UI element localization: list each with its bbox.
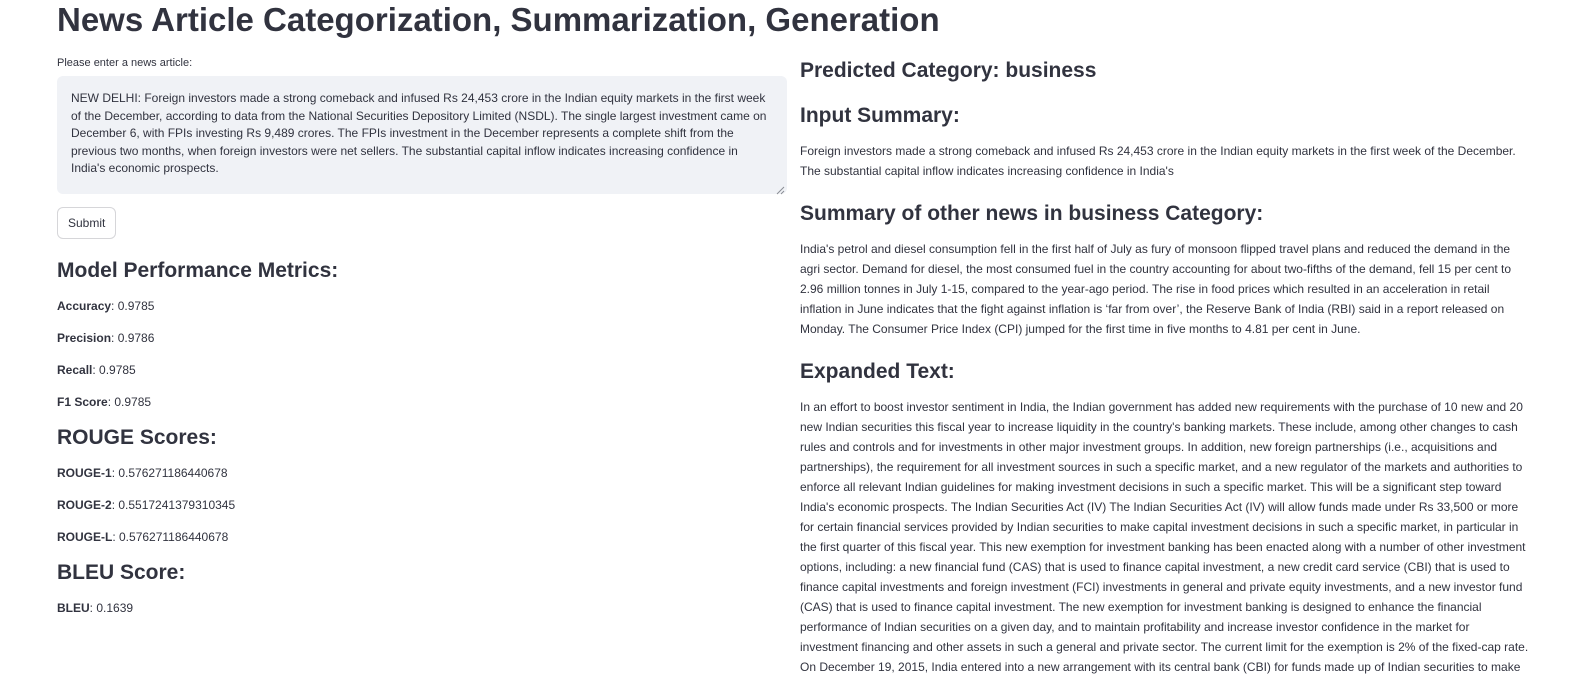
resize-handle-icon[interactable] xyxy=(775,182,785,195)
metric-value: : 0.9785 xyxy=(92,363,136,377)
metric-value: : 0.5517241379310345 xyxy=(111,498,236,512)
metric-accuracy: Accuracy: 0.9785 xyxy=(57,298,787,314)
metric-rouge-1: ROUGE-1: 0.576271186440678 xyxy=(57,465,787,481)
metric-label: Recall xyxy=(57,363,93,377)
metric-label: Accuracy xyxy=(57,299,112,313)
metric-label: ROUGE-1 xyxy=(57,466,112,480)
article-input[interactable]: NEW DELHI: Foreign investors made a stro… xyxy=(57,76,787,194)
metric-rouge-l: ROUGE-L: 0.576271186440678 xyxy=(57,529,787,545)
rouge-heading: ROUGE Scores: xyxy=(57,426,217,449)
expanded-text-heading: Expanded Text: xyxy=(800,360,955,383)
metric-value: : 0.9786 xyxy=(111,331,155,345)
metric-value: : 0.1639 xyxy=(89,601,134,615)
metric-label: F1 Score xyxy=(57,395,108,409)
metric-label: ROUGE-L xyxy=(57,530,113,544)
article-input-wrapper: NEW DELHI: Foreign investors made a stro… xyxy=(57,76,787,195)
right-column: Predicted Category: business Input Summa… xyxy=(800,58,1530,679)
predicted-category: Predicted Category: business xyxy=(800,59,1097,82)
metric-f1: F1 Score: 0.9785 xyxy=(57,394,787,410)
metrics-heading: Model Performance Metrics: xyxy=(57,259,339,282)
metric-value: : 0.9785 xyxy=(107,395,152,409)
left-column: Please enter a news article: NEW DELHI: … xyxy=(57,54,787,616)
metric-bleu: BLEU: 0.1639 xyxy=(57,600,787,616)
metric-label: ROUGE-2 xyxy=(57,498,112,512)
other-news-text: India's petrol and diesel consumption fe… xyxy=(800,242,1512,336)
article-input-label: Please enter a news article: xyxy=(57,57,193,69)
metric-precision: Precision: 0.9786 xyxy=(57,330,787,346)
other-news-heading: Summary of other news in business Catego… xyxy=(800,202,1264,225)
metric-recall: Recall: 0.9785 xyxy=(57,362,787,378)
metric-label: BLEU xyxy=(57,601,90,615)
expanded-text: In an effort to boost investor sentiment… xyxy=(800,400,1529,674)
input-summary-text: Foreign investors made a strong comeback… xyxy=(800,144,1516,178)
metric-label: Precision xyxy=(57,331,112,345)
input-summary-heading: Input Summary: xyxy=(800,104,960,127)
page-title: News Article Categorization, Summarizati… xyxy=(57,1,940,38)
metric-value: : 0.9785 xyxy=(111,299,155,313)
metric-value: : 0.576271186440678 xyxy=(111,466,228,480)
app-page: News Article Categorization, Summarizati… xyxy=(0,0,1594,679)
bleu-heading: BLEU Score: xyxy=(57,561,186,584)
submit-button[interactable]: Submit xyxy=(57,207,117,239)
metric-value: : 0.576271186440678 xyxy=(112,530,229,544)
metric-rouge-2: ROUGE-2: 0.5517241379310345 xyxy=(57,497,787,513)
